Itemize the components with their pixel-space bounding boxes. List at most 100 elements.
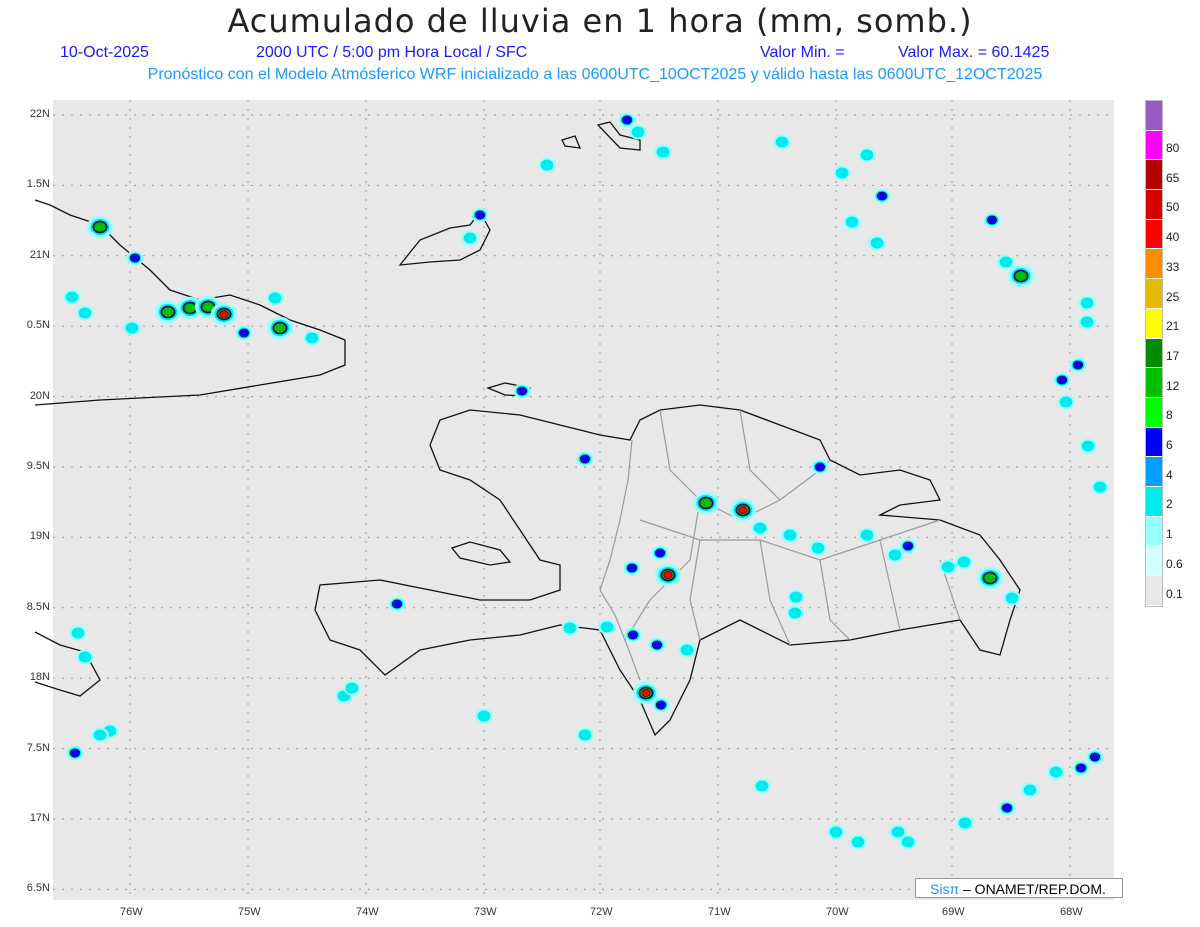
rain-cell xyxy=(654,563,682,587)
rain-cell xyxy=(63,289,81,305)
rain-cell xyxy=(210,302,238,326)
rain-cell xyxy=(652,697,670,713)
rain-cell xyxy=(471,207,489,223)
rain-cell xyxy=(678,642,696,658)
rain-cell xyxy=(939,559,957,575)
rain-cell xyxy=(751,520,769,536)
rain-cell xyxy=(1003,590,1021,606)
rain-cell xyxy=(868,235,886,251)
rain-cell xyxy=(651,545,669,561)
rain-cell xyxy=(849,834,867,850)
rain-cell xyxy=(983,212,1001,228)
rain-cell xyxy=(648,637,666,653)
rain-cell xyxy=(1047,764,1065,780)
lat-label: 17N xyxy=(29,812,50,824)
rain-cell xyxy=(538,157,556,173)
rain-cell xyxy=(623,560,641,576)
colorbar-swatch xyxy=(1146,546,1162,576)
colorbar-swatch xyxy=(1146,279,1162,309)
colorbar-swatch xyxy=(1146,486,1162,517)
colorbar-swatch xyxy=(1146,576,1162,606)
colorbar-label: 40 xyxy=(1166,230,1180,245)
rain-cell xyxy=(343,680,361,696)
colorbar-label: 25 xyxy=(1166,289,1180,304)
rain-cell xyxy=(886,547,904,563)
rain-cell xyxy=(654,144,672,160)
rain-cell xyxy=(1079,438,1097,454)
credit-text: – ONAMET/REP.DOM. xyxy=(963,881,1106,897)
colorbar-swatch xyxy=(1146,101,1162,131)
rain-cell xyxy=(1021,782,1039,798)
rain-cell xyxy=(1053,372,1071,388)
lon-label: 75W xyxy=(238,906,261,918)
lat-label: 1.5N xyxy=(26,178,50,191)
lat-label: 6.5N xyxy=(26,882,50,895)
rain-cell xyxy=(154,300,182,324)
lat-label: 22N xyxy=(29,108,50,120)
colorbar-label: 12 xyxy=(1166,378,1180,393)
rain-cell xyxy=(781,527,799,543)
rain-cell xyxy=(1007,264,1035,288)
colorbar-label: 65 xyxy=(1166,170,1180,185)
lat-label: 21N xyxy=(29,248,50,261)
rain-cell xyxy=(773,134,791,150)
rain-cell xyxy=(1086,749,1104,765)
rain-cell xyxy=(576,451,594,467)
colorbar-swatch xyxy=(1146,249,1162,280)
colorbar-swatch xyxy=(1146,308,1162,339)
rain-cell xyxy=(843,214,861,230)
rain-cell xyxy=(618,112,636,128)
rain-cell xyxy=(629,124,647,140)
colorbar-swatch xyxy=(1146,427,1162,458)
lon-label: 73W xyxy=(474,906,497,918)
rain-cell xyxy=(858,147,876,163)
rain-cell xyxy=(1091,479,1109,495)
rain-cell xyxy=(976,566,1004,590)
lat-label: 18N xyxy=(29,671,50,684)
rain-cell xyxy=(858,527,876,543)
rain-cell xyxy=(598,619,616,635)
rain-cell xyxy=(729,498,757,522)
rain-cell xyxy=(576,727,594,743)
lat-label: 7.5N xyxy=(26,741,50,754)
colorbar-label: 1 xyxy=(1166,527,1173,542)
colorbar-swatch xyxy=(1146,338,1162,369)
colorbar-label: 33 xyxy=(1166,259,1180,274)
lon-label: 71W xyxy=(708,906,731,918)
colorbar-label: 2 xyxy=(1166,497,1173,512)
lat-label: 9.5N xyxy=(26,460,50,472)
rain-cell xyxy=(955,554,973,570)
sispi-logo: Sisπ xyxy=(930,881,960,897)
lon-label: 74W xyxy=(356,906,379,918)
lat-label: 20N xyxy=(29,389,50,402)
rain-cell xyxy=(513,383,531,399)
colorbar-swatch xyxy=(1146,160,1162,191)
rain-cell xyxy=(76,305,94,321)
colorbar-swatch xyxy=(1146,516,1162,547)
rain-cell xyxy=(86,215,114,239)
colorbar-label: 17 xyxy=(1166,348,1180,363)
rain-cell xyxy=(624,627,642,643)
rain-cell xyxy=(997,254,1015,270)
lat-label: 8.5N xyxy=(26,600,50,613)
map-frame xyxy=(53,100,1114,900)
colorbar-label: 21 xyxy=(1166,319,1180,334)
rain-cell xyxy=(123,320,141,336)
colorbar-swatch xyxy=(1146,130,1162,161)
rain-cell xyxy=(561,620,579,636)
rain-cell xyxy=(692,491,720,515)
rain-cell xyxy=(235,325,253,341)
rain-cell xyxy=(811,459,829,475)
colorbar-label: 0.6 xyxy=(1166,556,1183,571)
rain-cell xyxy=(787,589,805,605)
rain-cell xyxy=(998,800,1016,816)
lat-label: 0.5N xyxy=(26,319,50,332)
lon-label: 68W xyxy=(1060,906,1083,918)
rain-cell xyxy=(873,188,891,204)
colorbar xyxy=(1145,100,1163,607)
colorbar-swatch xyxy=(1146,219,1162,250)
rain-cell xyxy=(76,649,94,665)
rain-cell xyxy=(91,727,109,743)
rain-cell xyxy=(1072,760,1090,776)
rain-cell xyxy=(66,745,84,761)
